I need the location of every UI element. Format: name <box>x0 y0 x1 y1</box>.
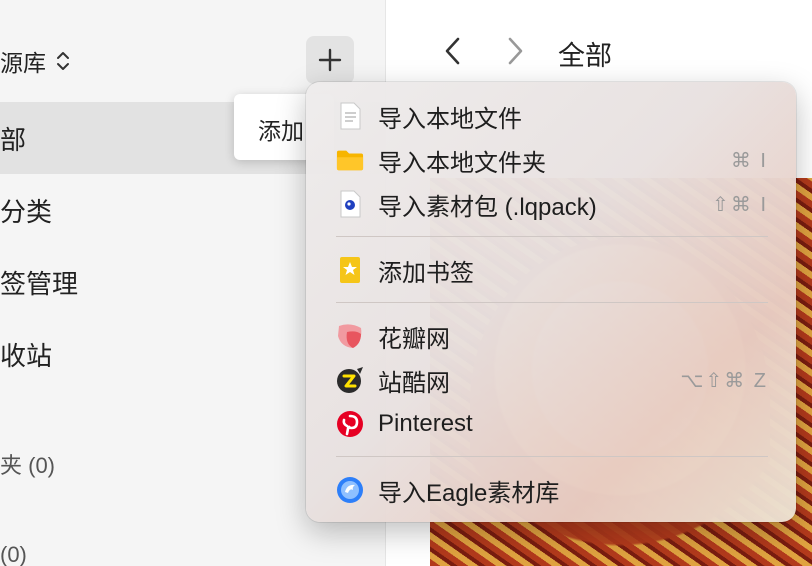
bookmark-icon <box>336 256 364 284</box>
folder-icon <box>336 146 364 174</box>
smart-folders-section-header[interactable]: (0) <box>0 542 27 566</box>
eagle-icon <box>336 476 364 504</box>
folders-section-header[interactable]: 夹 (0) <box>0 448 55 480</box>
menu-separator <box>336 302 768 303</box>
menu-item-import-files[interactable]: 导入本地文件 <box>306 96 796 136</box>
sidebar-item-label: 收站 <box>0 341 53 371</box>
sidebar-item-label: 分类 <box>0 197 53 227</box>
library-title: 源库 <box>0 50 46 76</box>
add-button[interactable] <box>306 36 354 84</box>
document-icon <box>336 102 364 130</box>
menu-item-add-bookmark[interactable]: 添加书签 <box>306 250 796 290</box>
huaban-icon <box>336 322 364 350</box>
sidebar-item-label: 签管理 <box>0 269 79 299</box>
library-switcher[interactable]: 源库 <box>0 44 72 78</box>
zcool-icon <box>336 366 364 394</box>
menu-item-import-eagle[interactable]: 导入Eagle素材库 <box>306 470 796 510</box>
menu-separator <box>336 236 768 237</box>
menu-item-import-folder[interactable]: 导入本地文件夹 ⌘ I <box>306 140 796 180</box>
sidebar-item-uncategorized[interactable]: 分类 <box>0 192 52 229</box>
menu-item-huaban[interactable]: 花瓣网 <box>306 316 796 356</box>
menu-item-import-package[interactable]: 导入素材包 (.lqpack) ⇧⌘ I <box>306 184 796 224</box>
sidebar-item-trash[interactable]: 收站 <box>0 336 52 373</box>
page-title: 全部 <box>558 41 612 71</box>
sidebar-item-tags[interactable]: 签管理 <box>0 264 78 301</box>
menu-separator <box>336 456 768 457</box>
menu-item-pinterest[interactable]: Pinterest <box>306 404 796 444</box>
menu-item-zcool[interactable]: 站酷网 ⌥⇧⌘ Z <box>306 360 796 400</box>
back-arrow-icon[interactable] <box>438 34 468 68</box>
pinterest-icon <box>336 410 364 438</box>
add-menu: 导入本地文件 导入本地文件夹 ⌘ I 导入素材包 (.lqpack) ⇧⌘ I <box>306 82 796 522</box>
plus-icon <box>318 48 342 72</box>
sidebar-item-label: 部 <box>0 124 27 155</box>
chevron-up-down-icon <box>57 52 69 70</box>
package-file-icon <box>336 190 364 218</box>
forward-arrow-icon[interactable] <box>500 34 530 68</box>
